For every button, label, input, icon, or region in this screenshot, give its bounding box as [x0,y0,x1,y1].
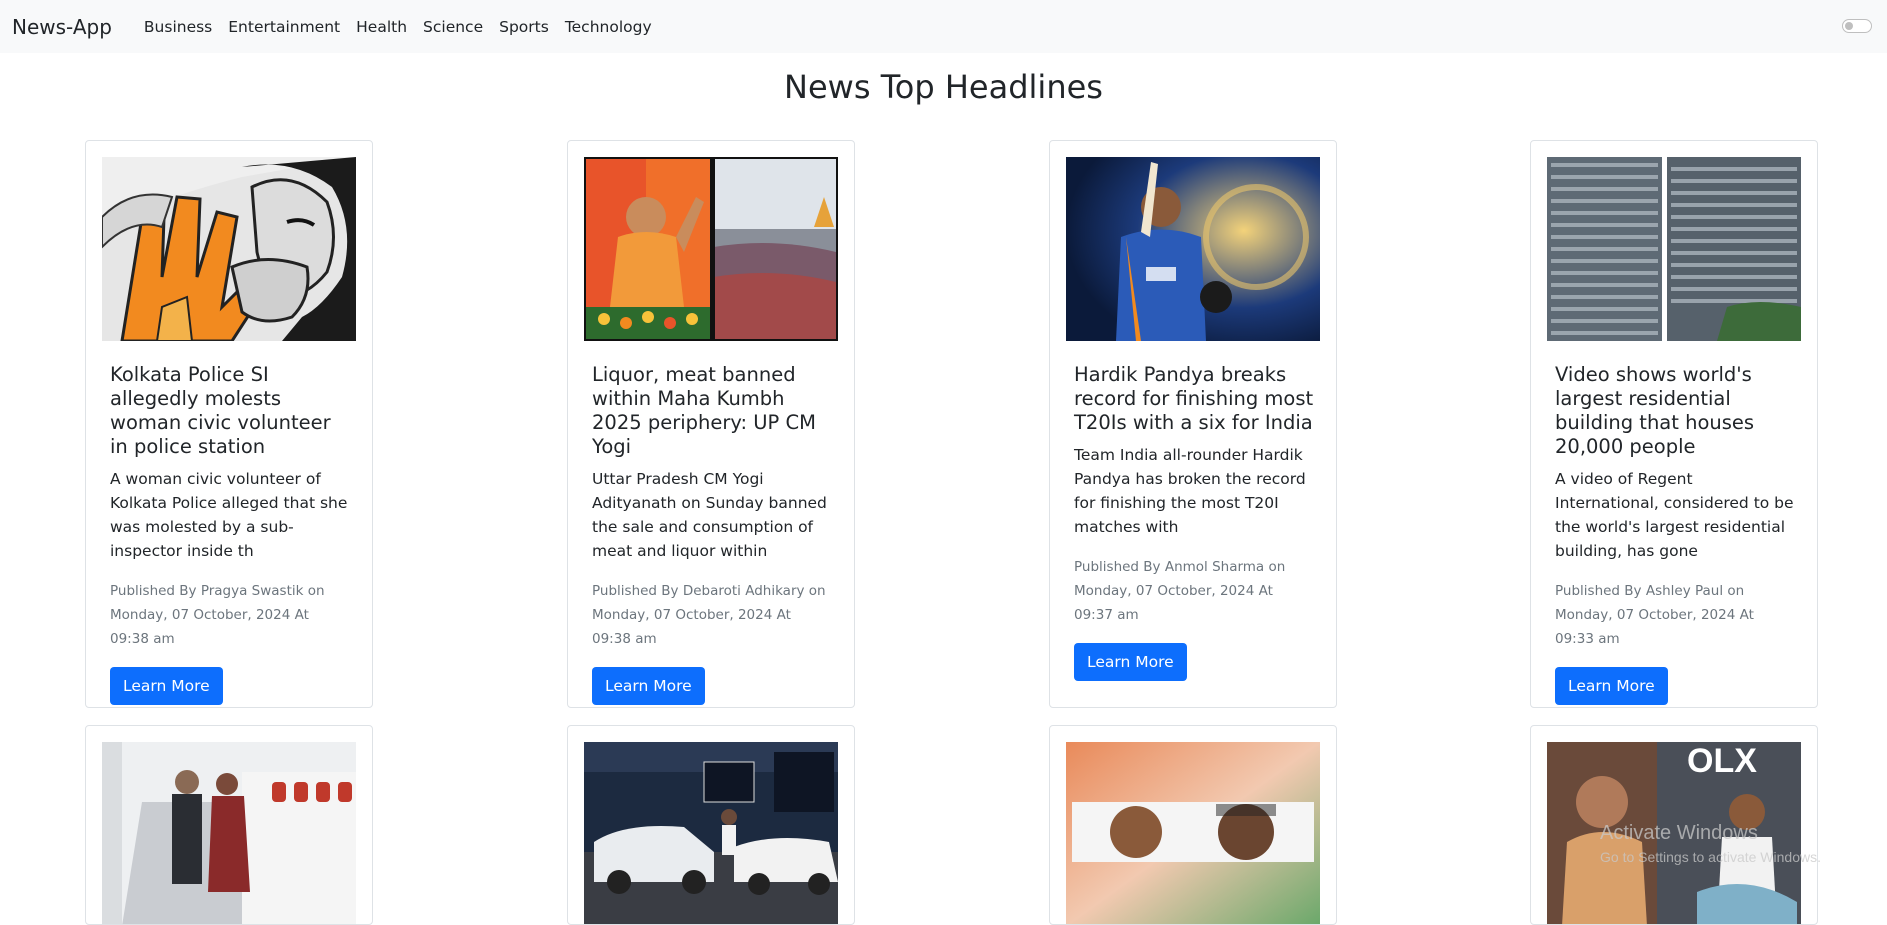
news-image [584,742,838,924]
news-meta: Published By Pragya Swastik on Monday, 0… [110,583,325,647]
nav-link-technology[interactable]: Technology [557,18,660,36]
news-title: Liquor, meat banned within Maha Kumbh 20… [592,363,816,458]
news-card [1049,725,1337,925]
card-body: Video shows world's largest residential … [1555,363,1797,705]
nav-links: Business Entertainment Health Science Sp… [136,18,660,36]
news-image [102,157,356,341]
nav-link-business[interactable]: Business [136,18,220,36]
news-meta: Published By Debaroti Adhikary on Monday… [592,583,826,647]
news-title: Kolkata Police SI allegedly molests woma… [110,363,331,458]
learn-more-button[interactable]: Learn More [592,667,705,705]
dark-mode-toggle[interactable] [1842,19,1872,33]
card-body: Liquor, meat banned within Maha Kumbh 20… [592,363,834,705]
card-body: Hardik Pandya breaks record for finishin… [1074,363,1316,681]
news-title: Video shows world's largest residential … [1555,363,1755,458]
news-card [567,725,855,925]
windows-activation-watermark: Activate Windows Go to Settings to activ… [1600,822,1821,865]
news-description: Uttar Pradesh CM Yogi Adityanath on Sund… [592,470,827,560]
news-description: A woman civic volunteer of Kolkata Polic… [110,470,348,560]
nav-link-sports[interactable]: Sports [491,18,557,36]
news-card: Liquor, meat banned within Maha Kumbh 20… [567,140,855,708]
nav-link-science[interactable]: Science [415,18,491,36]
nav-link-entertainment[interactable]: Entertainment [220,18,348,36]
news-card: Video shows world's largest residential … [1530,140,1818,708]
news-description: Team India all-rounder Hardik Pandya has… [1074,446,1306,536]
news-image [1547,157,1801,341]
news-meta: Published By Ashley Paul on Monday, 07 O… [1555,583,1754,647]
watermark-title: Activate Windows [1600,822,1758,844]
page-title: News Top Headlines [784,68,1103,106]
news-image [1066,742,1320,924]
learn-more-button[interactable]: Learn More [1074,643,1187,681]
watermark-subtitle: Go to Settings to activate Windows. [1600,849,1821,865]
news-image [102,742,356,924]
news-card: Kolkata Police SI allegedly molests woma… [85,140,373,708]
learn-more-button[interactable]: Learn More [110,667,223,705]
navbar: News-App Business Entertainment Health S… [0,0,1887,53]
news-description: A video of Regent International, conside… [1555,470,1794,560]
news-image [584,157,838,341]
news-image [1066,157,1320,341]
learn-more-button[interactable]: Learn More [1555,667,1668,705]
news-card: Hardik Pandya breaks record for finishin… [1049,140,1337,708]
news-meta: Published By Anmol Sharma on Monday, 07 … [1074,559,1286,623]
brand-link[interactable]: News-App [12,15,112,39]
news-title: Hardik Pandya breaks record for finishin… [1074,363,1314,434]
nav-link-health[interactable]: Health [348,18,415,36]
toggle-knob [1845,22,1853,30]
svg-text:OLX: OLX [1687,742,1757,780]
card-body: Kolkata Police SI allegedly molests woma… [110,363,352,705]
news-card [85,725,373,925]
